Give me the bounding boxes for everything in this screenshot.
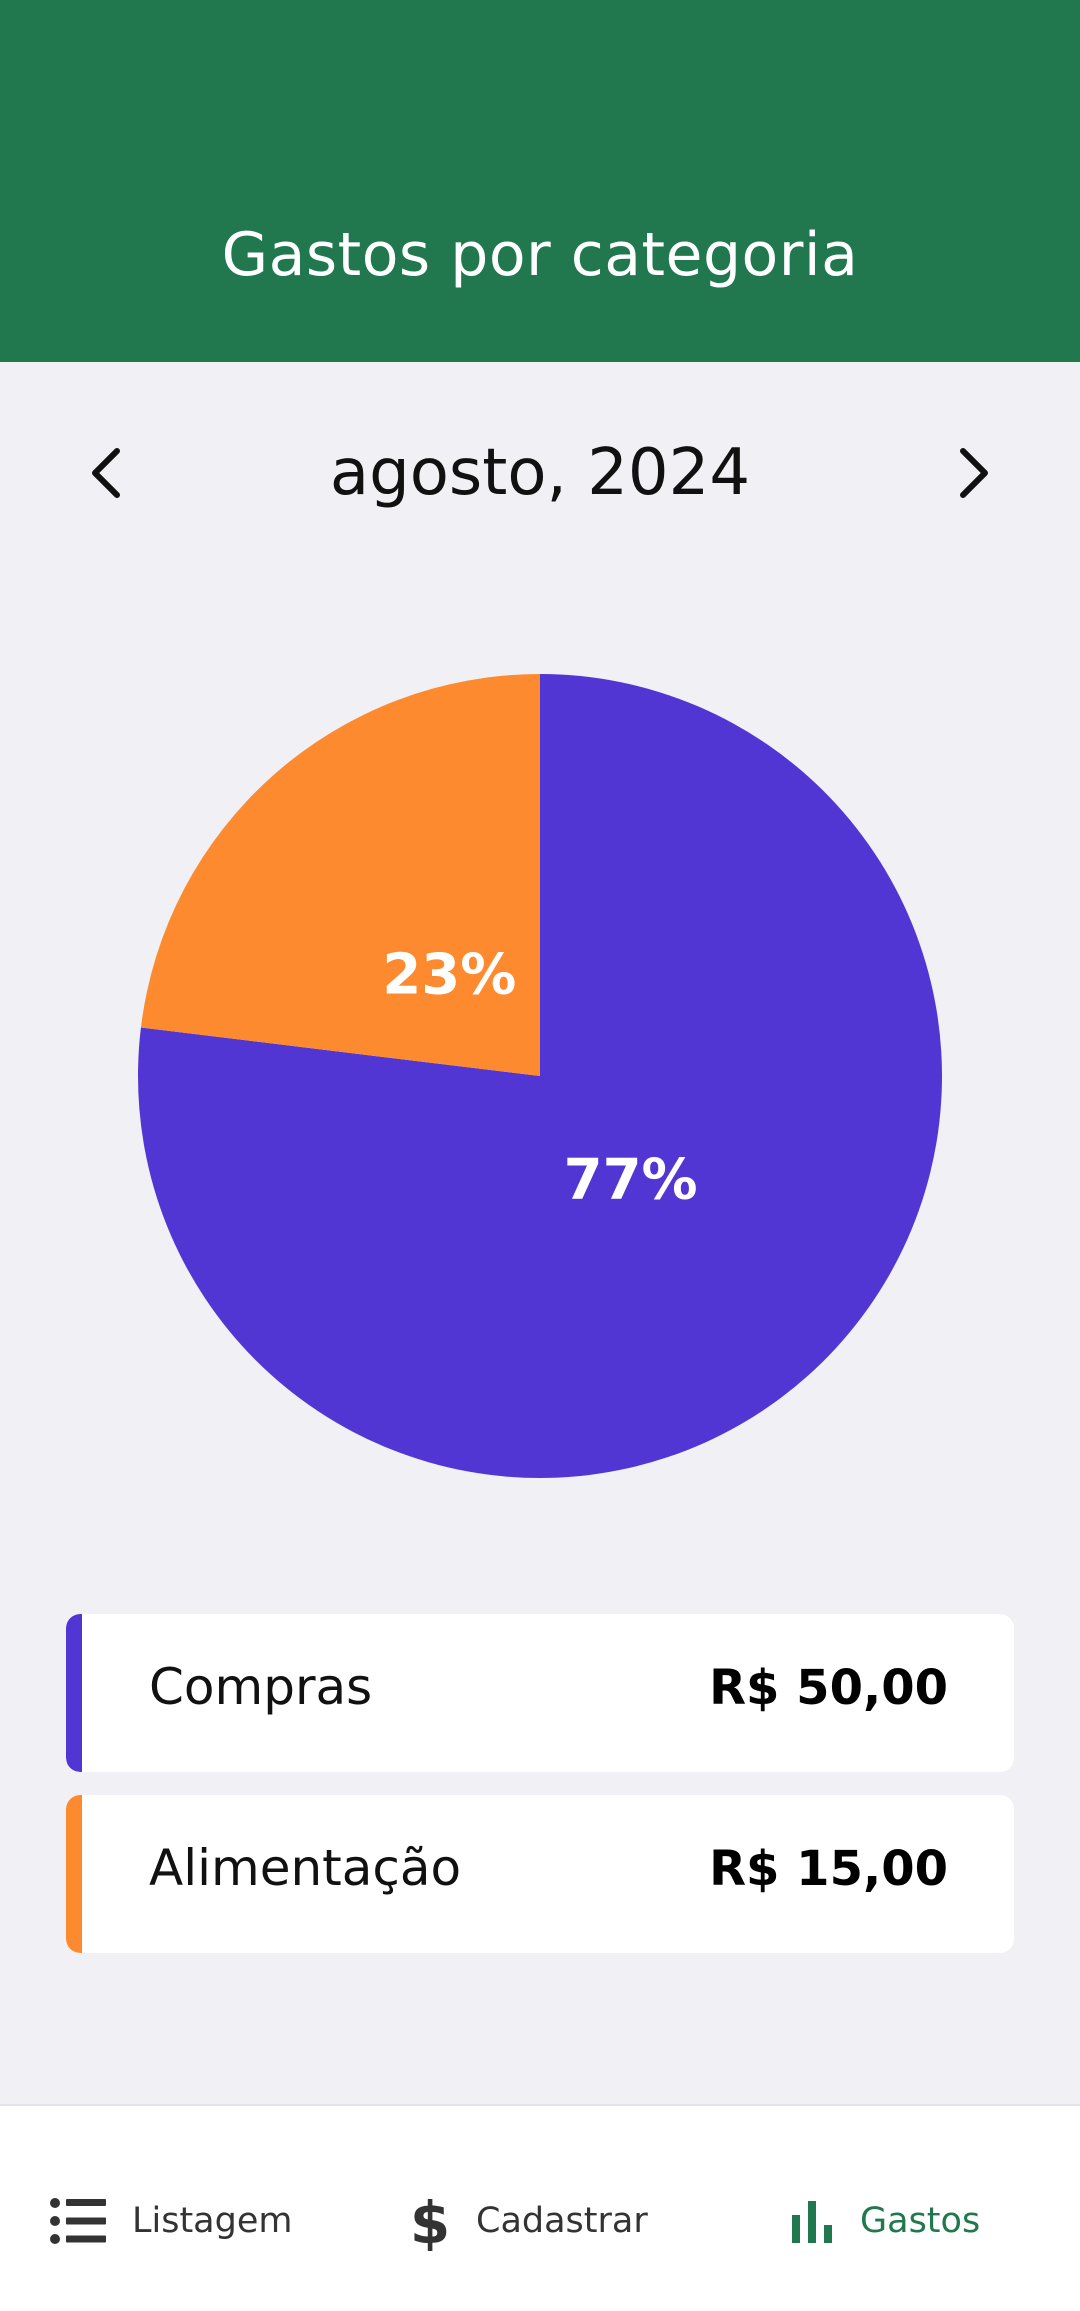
month-label: agosto, 2024	[329, 436, 751, 510]
next-month-button[interactable]	[938, 438, 1008, 508]
category-amount: R$ 15,00	[709, 1841, 948, 1897]
category-color-bar	[66, 1614, 82, 1772]
nav-item-listagem[interactable]: Listagem	[50, 2186, 292, 2256]
nav-label-gastos: Gastos	[860, 2201, 981, 2241]
bottom-navigation: Listagem $ Cadastrar Gastos	[0, 2104, 1080, 2311]
svg-text:$: $	[410, 2191, 450, 2251]
bar-chart-icon	[792, 2201, 832, 2243]
page-title: Gastos por categoria	[221, 220, 859, 290]
nav-label-cadastrar: Cadastrar	[476, 2201, 648, 2241]
pie-percent-label: 77%	[564, 1147, 698, 1212]
category-name: Alimentação	[149, 1839, 462, 1897]
nav-item-gastos[interactable]: Gastos	[790, 2186, 980, 2256]
category-amount: R$ 50,00	[709, 1660, 948, 1716]
category-row-alimentacao[interactable]: Alimentação R$ 15,00	[66, 1795, 1014, 1953]
category-name: Compras	[149, 1658, 373, 1716]
nav-label-listagem: Listagem	[132, 2201, 293, 2241]
list-icon	[50, 2198, 106, 2244]
app-header: Gastos por categoria	[0, 0, 1080, 362]
nav-item-cadastrar[interactable]: $ Cadastrar	[410, 2186, 648, 2256]
month-selector: agosto, 2024	[0, 418, 1080, 528]
pie-slice-alimentacao	[140, 674, 540, 1076]
category-color-bar	[66, 1795, 82, 1953]
app-screen: Gastos por categoria agosto, 2024 77% 23%…	[0, 0, 1080, 2311]
chevron-right-icon	[960, 448, 988, 498]
dollar-icon: $	[410, 2191, 450, 2251]
pie-percent-label: 23%	[382, 943, 516, 1008]
pie-chart: 77% 23%	[136, 672, 944, 1480]
category-row-compras[interactable]: Compras R$ 50,00	[66, 1614, 1014, 1772]
pie-chart-svg: 77% 23%	[137, 674, 942, 1478]
